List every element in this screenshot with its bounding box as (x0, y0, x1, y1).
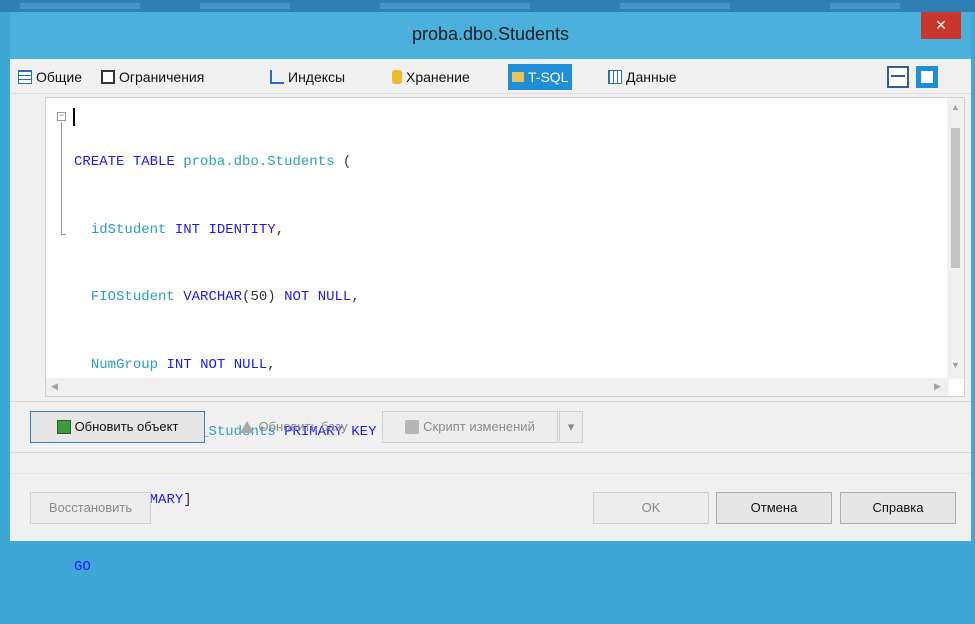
title-bar[interactable]: proba.dbo.Students × (10, 12, 971, 59)
constraints-icon (101, 70, 115, 85)
button-label: Обновить базу (258, 419, 348, 434)
button-label: Отмена (750, 500, 798, 515)
button-label: Восстановить (48, 500, 133, 515)
tab-storage[interactable]: Хранение (392, 66, 470, 88)
tab-indexes[interactable]: Индексы (270, 66, 345, 88)
code-lines: CREATE TABLE proba.dbo.Students ( idStud… (74, 106, 477, 624)
tsql-editor[interactable]: − CREATE TABLE proba.dbo.Students ( idSt… (45, 97, 965, 575)
fold-collapse-icon[interactable]: − (57, 112, 66, 121)
split-view-button[interactable] (887, 66, 909, 88)
indexes-tree-icon (270, 70, 284, 85)
arrow-up-icon (240, 420, 255, 433)
ok-button[interactable]: OK (593, 492, 709, 524)
window-title: proba.dbo.Students (411, 24, 570, 44)
storage-cylinder-icon (392, 70, 402, 85)
code-line: idStudent INT IDENTITY, (90, 221, 285, 238)
button-label: OK (641, 500, 661, 515)
single-view-button[interactable] (916, 66, 938, 88)
table-editor-dialog: proba.dbo.Students × Общие Ограничения И… (10, 12, 971, 575)
refresh-icon (56, 419, 71, 434)
refresh-object-button[interactable]: Обновить объект (30, 411, 205, 443)
tab-label: Данные (626, 69, 677, 85)
divider (10, 473, 971, 474)
tab-constraints[interactable]: Ограничения (101, 66, 204, 88)
tab-label: T-SQL (528, 69, 569, 85)
help-button[interactable]: Справка (840, 492, 956, 524)
tab-label: Хранение (406, 69, 470, 85)
button-label: Скрипт изменений (423, 419, 535, 434)
tab-data[interactable]: Данные (608, 66, 677, 88)
general-grid-icon (18, 70, 32, 85)
restore-button[interactable]: Восстановить (30, 492, 151, 524)
fold-guide-end (61, 234, 66, 235)
scroll-left-icon[interactable]: ◀ (51, 381, 58, 392)
horizontal-scrollbar[interactable]: ◀ ▶ (46, 378, 949, 396)
tab-label: Общие (36, 69, 83, 85)
button-label: Обновить объект (74, 419, 179, 434)
tab-toolbar: Общие Ограничения Индексы Хранение T-SQL… (10, 59, 971, 94)
scroll-right-icon[interactable]: ▶ (934, 381, 941, 392)
vertical-scrollbar[interactable]: ▲ ▼ (947, 98, 964, 379)
tab-label: Ограничения (119, 69, 205, 85)
divider (10, 401, 971, 402)
code-line: GO (74, 559, 91, 575)
code-line: CREATE TABLE proba.dbo.Students ( (74, 154, 352, 170)
divider (10, 452, 971, 453)
scroll-down-icon[interactable]: ▼ (951, 360, 960, 370)
scroll-up-icon[interactable]: ▲ (951, 102, 960, 112)
close-button[interactable]: × (921, 12, 961, 39)
tab-tsql[interactable]: T-SQL (508, 64, 573, 90)
data-table-icon (608, 70, 622, 85)
code-line: FIOStudent VARCHAR(50) NOT NULL, (90, 289, 360, 305)
tab-general[interactable]: Общие (18, 66, 82, 88)
change-script-button[interactable]: Скрипт изменений (382, 411, 558, 443)
button-label: Справка (872, 500, 924, 515)
background-window-strip (0, 0, 975, 12)
tab-label: Индексы (288, 69, 346, 85)
cancel-button[interactable]: Отмена (716, 492, 832, 524)
refresh-db-button[interactable]: Обновить базу (215, 411, 373, 443)
tsql-script-icon (512, 72, 524, 83)
chevron-down-icon: ▾ (567, 419, 575, 434)
change-script-dropdown[interactable]: ▾ (559, 411, 583, 443)
fold-guide (61, 122, 62, 234)
scroll-thumb[interactable] (951, 128, 960, 268)
code-line: NumGroup INT NOT NULL, (90, 356, 276, 373)
script-icon (405, 419, 420, 434)
